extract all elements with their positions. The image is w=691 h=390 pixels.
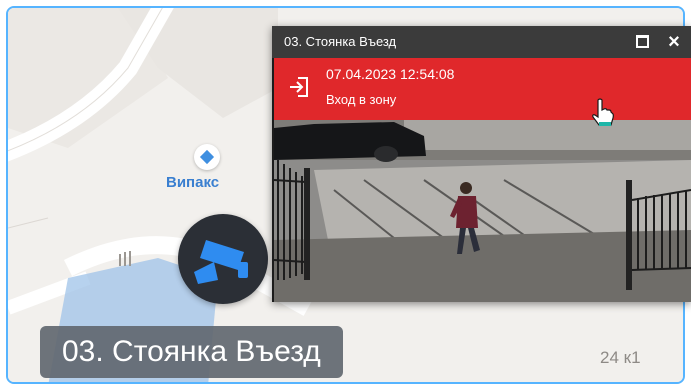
app-window: Випакс 03. Стоянка Въезд 24 к1 03. Стоян… — [0, 0, 691, 390]
poi-label[interactable]: Випакс — [166, 174, 219, 191]
alert-event-label: Вход в зону — [326, 92, 397, 107]
enter-zone-icon — [290, 77, 308, 97]
poi-diamond-pin-icon[interactable] — [194, 144, 220, 170]
popup-title: 03. Стоянка Въезд — [284, 34, 397, 49]
selected-place-label: 03. Стоянка Въезд — [40, 326, 343, 378]
camera-popup[interactable]: 03. Стоянка Въезд × 07.04.2023 12:54:08 … — [272, 26, 691, 302]
alert-banner[interactable]: 07.04.2023 12:54:08 Вход в зону — [274, 58, 691, 120]
camera-video-feed[interactable] — [274, 120, 691, 302]
camera-marker[interactable] — [178, 214, 268, 304]
hand-cursor-icon — [592, 98, 614, 126]
house-number-label: 24 к1 — [600, 348, 641, 367]
security-camera-icon — [194, 240, 248, 284]
close-icon[interactable]: × — [664, 31, 684, 53]
alert-timestamp: 07.04.2023 12:54:08 — [326, 66, 455, 82]
popup-titlebar[interactable]: 03. Стоянка Въезд × — [272, 26, 691, 58]
maximize-icon[interactable] — [636, 35, 649, 48]
